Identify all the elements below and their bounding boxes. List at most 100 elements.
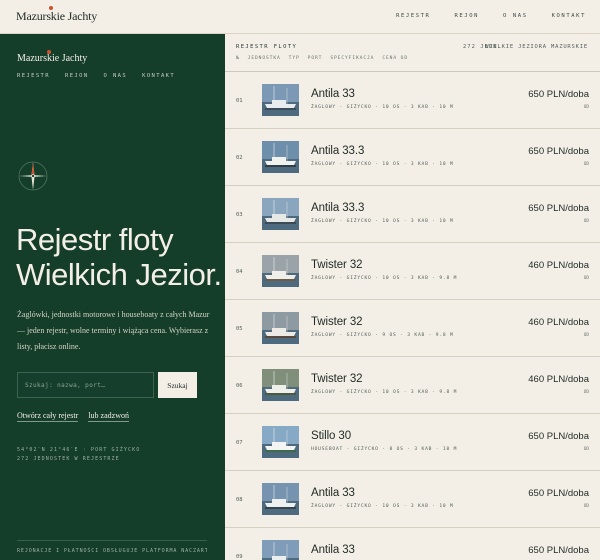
topnav-item-rejon[interactable]: REJON (454, 13, 479, 19)
boat-price: 650 PLN/doba (528, 431, 589, 442)
register-header: REJESTR FLOTY 272 JEDN. WIELKIE JEZIORA … (225, 34, 600, 72)
search-input[interactable] (17, 372, 154, 398)
table-row[interactable]: 08 Antila 33 ŻAGLOWY · GIŻYCKO · 10 OS · 3… (225, 471, 600, 528)
boat-photo-image (262, 84, 299, 116)
boat-name[interactable]: Antila 33.3 (311, 202, 364, 214)
boat-photo[interactable] (262, 540, 299, 560)
brand-dot-icon (49, 6, 53, 10)
register-region: WIELKIE JEZIORA MAZURSKIE (485, 44, 588, 50)
hero-line-2: Wielkich Jezior. (16, 257, 222, 292)
boat-photo[interactable] (262, 255, 299, 287)
price-from-label: OD (583, 276, 589, 281)
panel-nav-rejestr[interactable]: REJESTR (17, 73, 50, 79)
boat-photo[interactable] (262, 426, 299, 458)
price-from-label: OD (583, 447, 589, 452)
boat-price: 650 PLN/doba (528, 545, 589, 556)
row-number: 04 (236, 269, 243, 275)
topnav-item-o-nas[interactable]: O NAS (503, 13, 528, 19)
boat-photo[interactable] (262, 312, 299, 344)
table-row[interactable]: 02 Antila 33.3 ŻAGLOWY · GIŻYCKO · 10 OS ·… (225, 129, 600, 186)
boat-meta: ŻAGLOWY · GIŻYCKO · 10 OS · 3 KAB · 10 M (311, 105, 454, 110)
table-row[interactable]: 05 Twister 32 ŻAGLOWY · GIŻYCKO · 9 OS · 3… (225, 300, 600, 357)
col-port[interactable]: PORT (308, 56, 323, 61)
boat-name[interactable]: Antila 33.3 (311, 145, 364, 157)
row-number: 06 (236, 383, 243, 389)
boat-name[interactable]: Stillo 30 (311, 430, 351, 442)
boat-meta: HOUSEBOAT · GIŻYCKO · 8 OS · 3 KAB · 10 … (311, 447, 458, 452)
topnav-item-kontakt[interactable]: KONTAKT (552, 13, 586, 19)
boat-price: 650 PLN/doba (528, 89, 589, 100)
boat-meta: ŻAGLOWY · GIŻYCKO · 10 OS · 3 KAB · 10 M (311, 162, 454, 167)
boat-price: 650 PLN/doba (528, 488, 589, 499)
open-register-link[interactable]: Otwórz cały rejestr (17, 411, 79, 422)
fleet-register: REJESTR FLOTY 272 JEDN. WIELKIE JEZIORA … (225, 34, 600, 560)
panel-brand-dot-icon (47, 50, 51, 54)
boat-photo-image (262, 540, 299, 560)
search-button[interactable]: Szukaj (158, 372, 197, 398)
boat-price: 460 PLN/doba (528, 374, 589, 385)
hero-links: Otwórz cały rejestr lub zadzwoń (17, 411, 129, 422)
panel-nav-o-nas[interactable]: O NAS (104, 73, 128, 79)
table-row[interactable]: 09Antila 33ŻAGLOWY · GIŻYCKO · 10 OS · 3… (225, 528, 600, 560)
panel-brand-name: Mazurskie Jachty (17, 53, 88, 64)
boat-price: 650 PLN/doba (528, 203, 589, 214)
hero-heading: Rejestr floty Wielkich Jezior. (16, 222, 222, 292)
col-unit[interactable]: JEDNOSTKA (248, 56, 281, 61)
panel-nav: REJESTR REJON O NAS KONTAKT (17, 73, 175, 79)
brand-name: Mazurskie Jachty (16, 9, 98, 23)
price-from-label: OD (583, 504, 589, 509)
boat-photo-image (262, 198, 299, 230)
boat-photo[interactable] (262, 84, 299, 116)
compass-icon (18, 161, 48, 191)
price-from-label: OD (583, 105, 589, 110)
boat-photo-image (262, 426, 299, 458)
boat-meta: ŻAGLOWY · GIŻYCKO · 10 OS · 3 KAB · 9.8 … (311, 390, 458, 395)
row-number: 09 (236, 554, 243, 560)
boat-photo[interactable] (262, 369, 299, 401)
boat-photo-image (262, 312, 299, 344)
boat-price: 650 PLN/doba (528, 146, 589, 157)
top-nav: REJESTR REJON O NAS KONTAKT (396, 13, 586, 19)
top-bar: Mazurskie Jachty REJESTR REJON O NAS KON… (0, 0, 600, 34)
row-number: 03 (236, 212, 243, 218)
register-title: REJESTR FLOTY (236, 44, 298, 50)
panel-footer: REJONACJE I PŁATNOŚCI OBSŁUGUJE PLATFORM… (17, 540, 207, 554)
row-number: 01 (236, 98, 243, 104)
boat-name[interactable]: Twister 32 (311, 373, 363, 385)
boat-name[interactable]: Antila 33 (311, 487, 355, 499)
boat-name[interactable]: Twister 32 (311, 316, 363, 328)
boat-photo-image (262, 255, 299, 287)
boat-name[interactable]: Twister 32 (311, 259, 363, 271)
col-spec[interactable]: SPECYFIKACJA (330, 56, 374, 61)
panel-nav-kontakt[interactable]: KONTAKT (142, 73, 175, 79)
table-row[interactable]: 03 Antila 33.3 ŻAGLOWY · GIŻYCKO · 10 OS ·… (225, 186, 600, 243)
col-num[interactable]: № (236, 56, 240, 61)
boat-photo[interactable] (262, 141, 299, 173)
topnav-item-rejestr[interactable]: REJESTR (396, 13, 430, 19)
boat-photo[interactable] (262, 198, 299, 230)
boat-meta: ŻAGLOWY · GIŻYCKO · 10 OS · 3 KAB · 10 M (311, 504, 454, 509)
register-rows: 01 Antila 33 ŻAGLOWY · GIŻYCKO · 10 OS · 3… (225, 72, 600, 560)
col-price[interactable]: CENA OD (382, 56, 408, 61)
price-from-label: OD (583, 390, 589, 395)
boat-meta: ŻAGLOWY · GIŻYCKO · 10 OS · 3 KAB · 9.8 … (311, 276, 458, 281)
boat-name[interactable]: Antila 33 (311, 88, 355, 100)
hero-lead: Żaglówki, jednostki motorowe i houseboat… (17, 310, 210, 351)
table-row[interactable]: 01 Antila 33 ŻAGLOWY · GIŻYCKO · 10 OS · 3… (225, 72, 600, 129)
boat-meta: ŻAGLOWY · GIŻYCKO · 9 OS · 3 KAB · 9.8 M (311, 333, 454, 338)
table-row[interactable]: 04 Twister 32 ŻAGLOWY · GIŻYCKO · 10 OS · … (225, 243, 600, 300)
column-headers: № JEDNOSTKA TYP PORT SPECYFIKACJA CENA O… (236, 56, 408, 61)
boat-price: 460 PLN/doba (528, 317, 589, 328)
boat-name[interactable]: Antila 33 (311, 544, 355, 556)
call-link[interactable]: lub zadzwoń (88, 411, 129, 422)
panel-brand[interactable]: Mazurskie Jachty (17, 50, 88, 64)
boat-photo-image (262, 369, 299, 401)
table-row[interactable]: 06 Twister 32 ŻAGLOWY · GIŻYCKO · 10 OS · … (225, 357, 600, 414)
boat-photo[interactable] (262, 483, 299, 515)
boat-photo-image (262, 483, 299, 515)
boat-photo-image (262, 141, 299, 173)
brand-logo[interactable]: Mazurskie Jachty (16, 6, 98, 24)
col-type[interactable]: TYP (289, 56, 300, 61)
panel-nav-rejon[interactable]: REJON (65, 73, 89, 79)
table-row[interactable]: 07 Stillo 30 HOUSEBOAT · GIŻYCKO · 8 OS · … (225, 414, 600, 471)
